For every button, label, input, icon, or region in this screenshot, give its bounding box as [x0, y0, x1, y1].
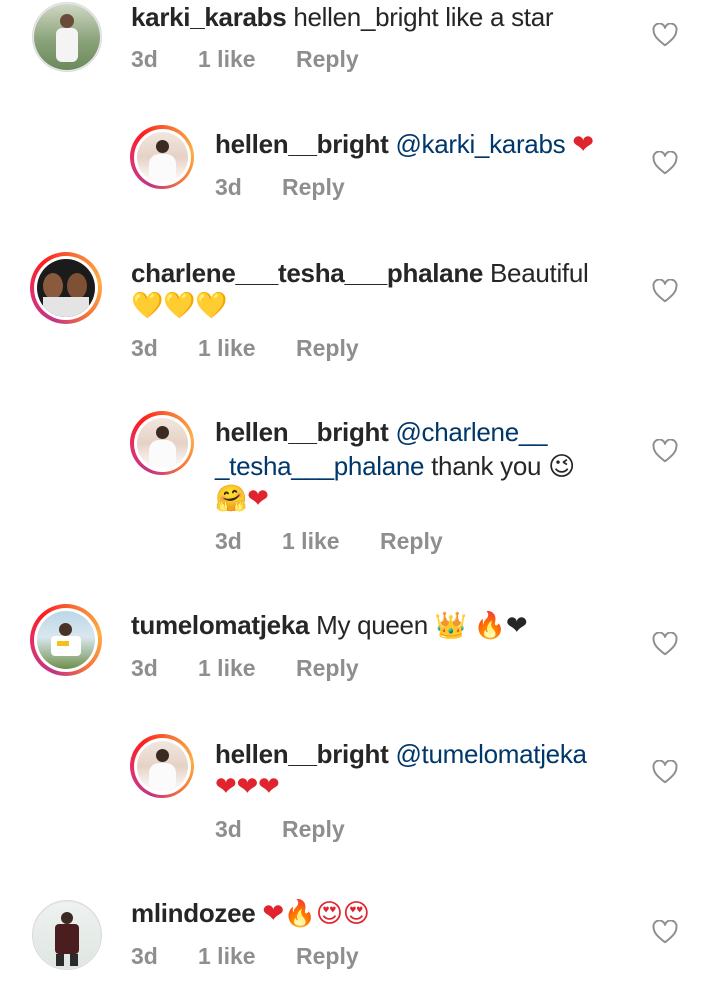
reply-button[interactable]: Reply	[282, 174, 345, 201]
comment-body: ❤🔥😍😍	[255, 898, 370, 928]
heart-outline-icon[interactable]	[652, 920, 678, 944]
heart-outline-icon[interactable]	[652, 760, 678, 784]
comment-username[interactable]: hellen__bright	[215, 417, 389, 447]
comment-username[interactable]: hellen__bright	[215, 129, 389, 159]
heart-outline-icon[interactable]	[652, 632, 678, 656]
comment-body: thank you 😉	[424, 451, 575, 481]
avatar[interactable]	[130, 125, 194, 189]
mention-link-continued[interactable]: _tesha___phalane	[215, 451, 424, 481]
comment-time: 3d	[131, 943, 158, 969]
reply-button[interactable]: Reply	[296, 335, 359, 362]
avatar[interactable]	[30, 604, 102, 676]
comment-time: 3d	[131, 335, 158, 361]
comment-username[interactable]: hellen__bright	[215, 739, 389, 769]
heart-outline-icon[interactable]	[652, 439, 678, 463]
heart-outline-icon[interactable]	[652, 23, 678, 47]
emoji-line: ❤❤❤	[215, 771, 280, 801]
comment-time: 3d	[131, 655, 158, 681]
comment-username[interactable]: mlindozee	[131, 898, 256, 928]
comment-likes[interactable]: 1 like	[282, 528, 380, 555]
emoji-line: 🤗❤	[215, 483, 269, 513]
comment-text: hellen__bright @charlene__	[215, 415, 547, 449]
comment-body: Beautiful	[483, 258, 589, 288]
avatar[interactable]	[32, 900, 102, 970]
comment-text: mlindozee ❤🔥😍😍	[131, 896, 370, 930]
avatar[interactable]	[130, 734, 194, 798]
mention-link[interactable]: @tumelomatjeka	[395, 739, 587, 769]
comment-meta: 3d Reply	[215, 816, 345, 843]
comment-username[interactable]: karki_karabs	[131, 2, 287, 32]
reply-button[interactable]: Reply	[296, 655, 359, 682]
comment-likes[interactable]: 1 like	[198, 943, 296, 970]
comment-text: karki_karabs hellen_bright like a star	[131, 0, 554, 34]
comment-meta: 3d Reply	[215, 174, 345, 201]
comment-text: hellen__bright @karki_karabs ❤	[215, 127, 594, 161]
comment-meta: 3d 1 like Reply	[131, 943, 359, 970]
mention-link[interactable]: @karki_karabs	[395, 129, 565, 159]
comment-likes[interactable]: 1 like	[198, 335, 296, 362]
comment-text: tumelomatjeka My queen 👑 🔥❤	[131, 608, 528, 642]
avatar[interactable]	[32, 2, 102, 72]
comment-time: 3d	[215, 528, 242, 554]
comment-time: 3d	[215, 816, 242, 842]
comment-time: 3d	[131, 46, 158, 72]
comment-meta: 3d 1 like Reply	[131, 46, 359, 73]
emoji-line: 💛💛💛	[131, 290, 228, 320]
comment-meta: 3d 1 like Reply	[215, 528, 443, 555]
mention-link[interactable]: @charlene__	[395, 417, 547, 447]
comment-username[interactable]: charlene___tesha___phalane	[131, 258, 483, 288]
reply-button[interactable]: Reply	[282, 816, 345, 843]
comment-username[interactable]: tumelomatjeka	[131, 610, 309, 640]
reply-button[interactable]: Reply	[296, 46, 359, 73]
comment-likes[interactable]: 1 like	[198, 46, 296, 73]
comment-text-line2: _tesha___phalane thank you 😉	[215, 449, 575, 483]
comment-time: 3d	[215, 174, 242, 200]
avatar[interactable]	[130, 411, 194, 475]
comment-meta: 3d 1 like Reply	[131, 335, 359, 362]
heart-emoji: ❤	[572, 129, 594, 159]
comment-meta: 3d 1 like Reply	[131, 655, 359, 682]
reply-button[interactable]: Reply	[296, 943, 359, 970]
reply-button[interactable]: Reply	[380, 528, 443, 555]
heart-outline-icon[interactable]	[652, 279, 678, 303]
comment-body: hellen_bright like a star	[286, 2, 554, 32]
comment-body: My queen 👑 🔥❤	[309, 610, 528, 640]
comment-text: hellen__bright @tumelomatjeka	[215, 737, 587, 771]
comment-likes[interactable]: 1 like	[198, 655, 296, 682]
comment-text: charlene___tesha___phalane Beautiful	[131, 256, 589, 290]
avatar[interactable]	[30, 252, 102, 324]
heart-outline-icon[interactable]	[652, 151, 678, 175]
